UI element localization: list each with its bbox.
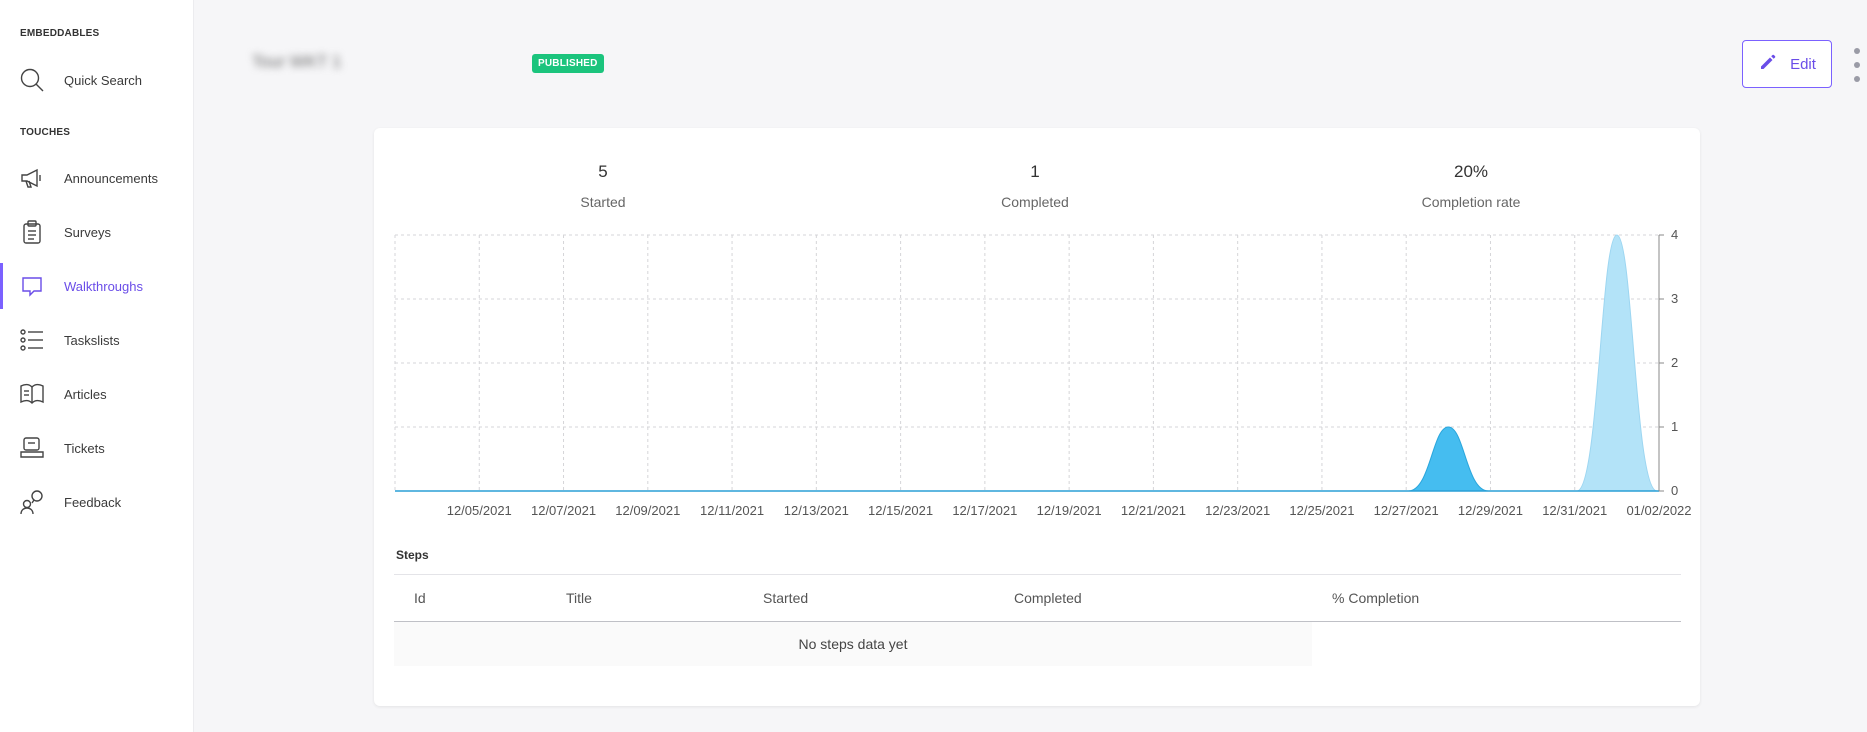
- y-tick-label: 2: [1671, 355, 1678, 370]
- x-tick-label: 12/07/2021: [531, 503, 596, 518]
- sidebar-item-label: Taskslists: [64, 332, 120, 348]
- page-title: Tour WKT 1: [252, 52, 342, 71]
- sidebar-item-surveys[interactable]: Surveys: [0, 209, 194, 255]
- search-icon: [19, 67, 45, 93]
- edit-button-label: Edit: [1790, 55, 1816, 73]
- sidebar-item-announcements[interactable]: Announcements: [0, 155, 194, 201]
- area-series-peak: [1408, 426, 1489, 492]
- pencil-icon: [1758, 52, 1778, 77]
- edit-button[interactable]: Edit: [1742, 40, 1832, 88]
- list-icon: [19, 327, 45, 353]
- x-tick-label: 01/02/2022: [1626, 503, 1691, 518]
- ticket-icon: [19, 435, 45, 461]
- x-tick-label: 12/15/2021: [868, 503, 933, 518]
- speech-bubble-icon: [19, 273, 45, 299]
- sidebar-item-label: Tickets: [64, 440, 105, 456]
- column-header-completion[interactable]: % Completion: [1332, 590, 1419, 606]
- megaphone-icon: [19, 165, 45, 191]
- x-tick-label: 12/05/2021: [447, 503, 512, 518]
- steps-table-header: Id Title Started Completed % Completion: [394, 574, 1681, 622]
- sidebar-item-label: Feedback: [64, 494, 122, 510]
- x-tick-label: 12/17/2021: [952, 503, 1017, 518]
- x-tick-label: 12/31/2021: [1542, 503, 1607, 518]
- steps-table: Id Title Started Completed % Completion …: [394, 574, 1681, 666]
- feedback-icon: [19, 489, 45, 515]
- y-tick-label: 4: [1671, 227, 1678, 242]
- analytics-card: 5 Started 1 Completed 20% Completion rat…: [374, 128, 1700, 706]
- sidebar-item-walkthroughs[interactable]: Walkthroughs: [0, 263, 194, 309]
- sidebar-item-label: Articles: [64, 386, 107, 402]
- clipboard-icon: [19, 219, 45, 245]
- x-tick-label: 12/13/2021: [784, 503, 849, 518]
- sidebar-item-taskslists[interactable]: Taskslists: [0, 317, 194, 363]
- x-tick-label: 12/29/2021: [1458, 503, 1523, 518]
- sidebar-item-label: Walkthroughs: [64, 278, 143, 294]
- x-tick-label: 12/27/2021: [1374, 503, 1439, 518]
- book-icon: [19, 381, 45, 407]
- section-title-touches: TOUCHES: [20, 127, 71, 138]
- x-tick-label: 12/09/2021: [615, 503, 680, 518]
- sidebar-item-label: Surveys: [64, 224, 111, 240]
- x-tick-label: 12/25/2021: [1289, 503, 1354, 518]
- column-header-title[interactable]: Title: [566, 590, 592, 606]
- sidebar: EMBEDDABLES Quick Search TOUCHES Announc…: [0, 0, 194, 732]
- column-header-completed[interactable]: Completed: [1014, 590, 1082, 606]
- sidebar-item-tickets[interactable]: Tickets: [0, 425, 194, 471]
- sidebar-item-articles[interactable]: Articles: [0, 371, 194, 417]
- steps-title: Steps: [396, 548, 429, 562]
- walkthrough-area-chart: 0 1 2 3 4 12/05/2021 12/07/2021 12/09/2021 12/11…: [394, 227, 1692, 518]
- empty-state-row: No steps data yet: [394, 622, 1312, 666]
- x-tick-label: 12/19/2021: [1037, 503, 1102, 518]
- y-tick-label: 0: [1671, 483, 1678, 498]
- column-header-id[interactable]: Id: [414, 590, 426, 606]
- sidebar-item-label: Quick Search: [64, 72, 143, 88]
- x-tick-label: 12/11/2021: [700, 503, 764, 518]
- x-tick-label: 12/23/2021: [1205, 503, 1270, 518]
- column-header-started[interactable]: Started: [763, 590, 808, 606]
- sidebar-item-feedback[interactable]: Feedback: [0, 479, 194, 525]
- section-title-embeddables: EMBEDDABLES: [20, 28, 100, 39]
- more-options-icon[interactable]: [1852, 48, 1862, 82]
- x-tick-label: 12/21/2021: [1121, 503, 1186, 518]
- sidebar-item-quick-search[interactable]: Quick Search: [0, 57, 194, 103]
- y-tick-label: 1: [1671, 419, 1678, 434]
- y-tick-label: 3: [1671, 291, 1678, 306]
- status-badge: PUBLISHED: [532, 54, 604, 73]
- sidebar-item-label: Announcements: [64, 170, 158, 186]
- empty-state-text: No steps data yet: [798, 636, 908, 652]
